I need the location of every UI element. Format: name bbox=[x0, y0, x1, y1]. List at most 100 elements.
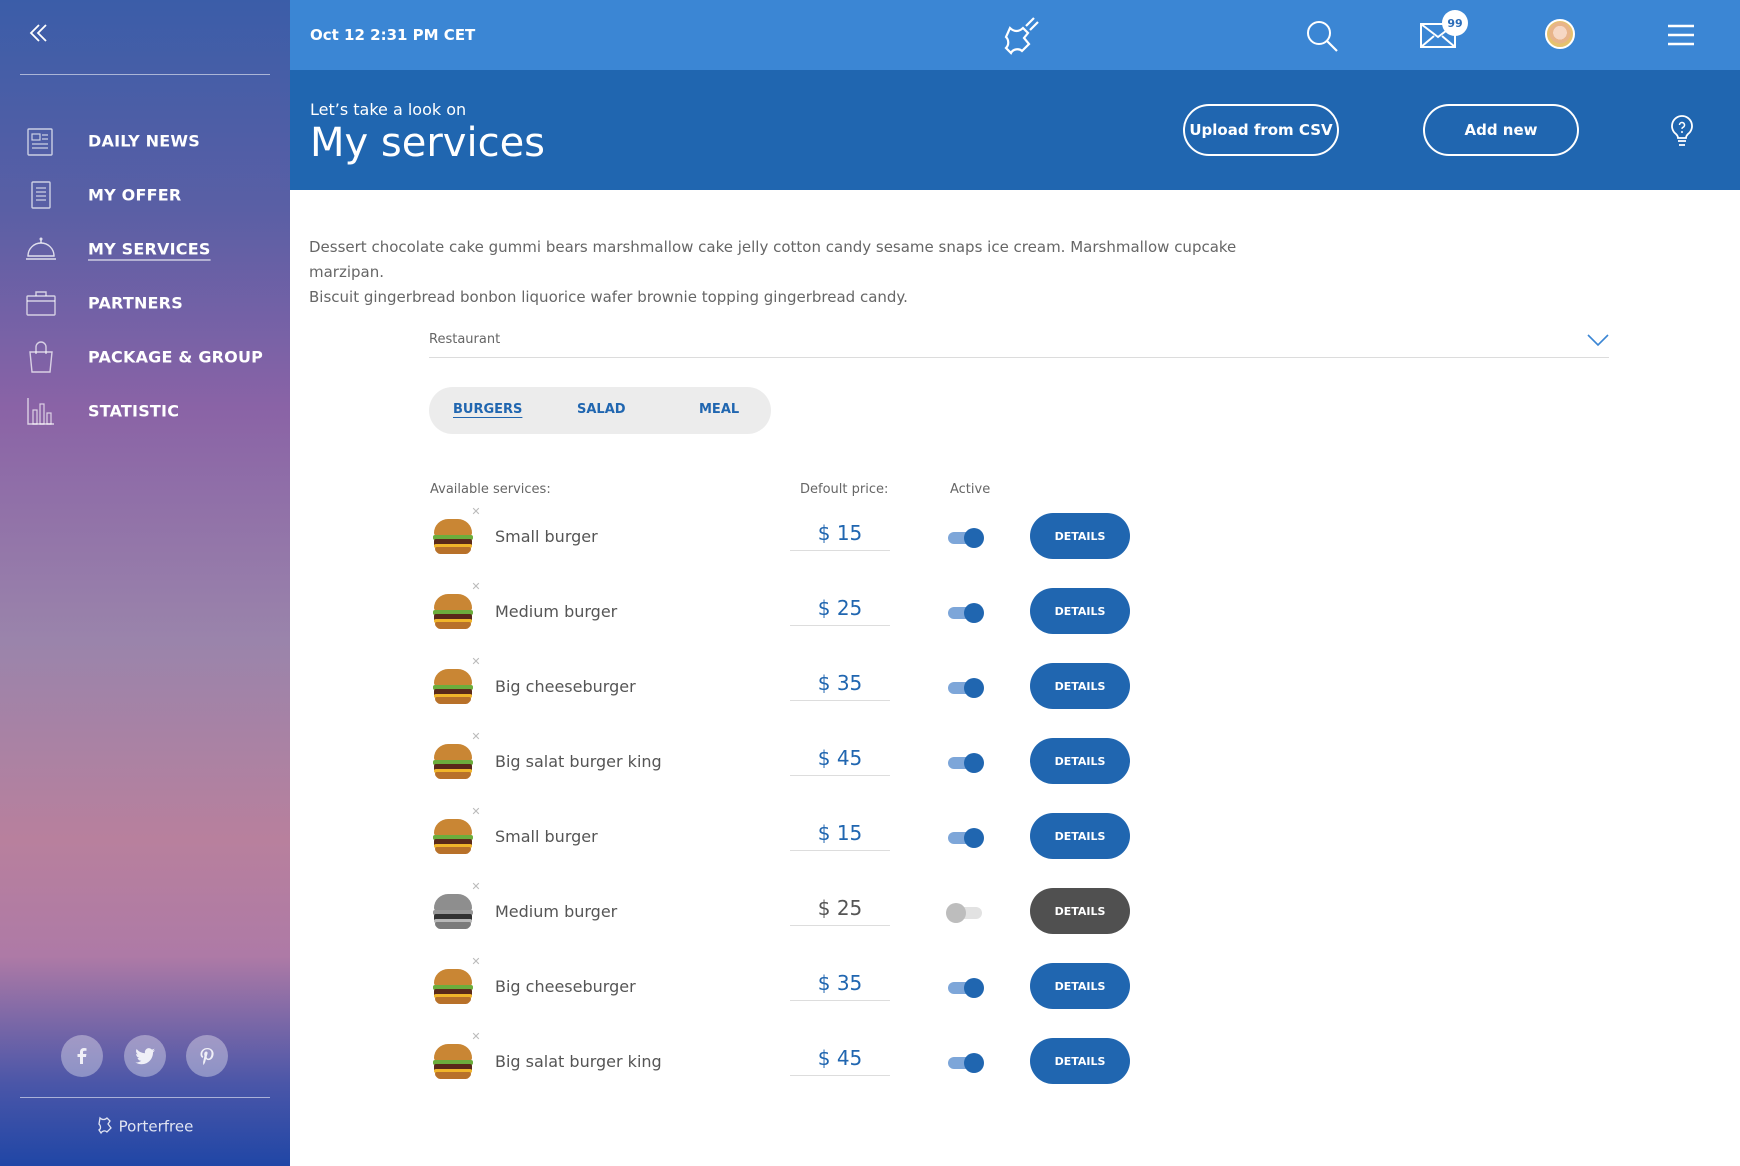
sidebar-item-label: MY SERVICES bbox=[88, 239, 211, 259]
sidebar-item-daily-news[interactable]: DAILY NEWS bbox=[0, 114, 290, 168]
add-new-button[interactable]: Add new bbox=[1423, 104, 1579, 156]
service-row: ✕ Big cheeseburger $ 35 DETAILS bbox=[0, 956, 1740, 1016]
service-row: ✕ Medium burger $ 25 DETAILS bbox=[0, 581, 1740, 641]
active-toggle[interactable] bbox=[946, 827, 984, 848]
bar-chart-icon bbox=[24, 394, 58, 428]
price-input[interactable]: $ 25 bbox=[790, 896, 890, 926]
burger-thumbnail bbox=[430, 738, 476, 784]
burger-thumbnail bbox=[430, 513, 476, 559]
briefcase-icon bbox=[24, 286, 58, 320]
category-tabs: BURGERS SALAD MEAL bbox=[429, 387, 771, 434]
price-input[interactable]: $ 25 bbox=[790, 596, 890, 626]
page-description: Dessert chocolate cake gummi bears marsh… bbox=[309, 235, 1309, 310]
price-input[interactable]: $ 15 bbox=[790, 521, 890, 551]
details-button[interactable]: DETAILS bbox=[1030, 813, 1130, 859]
page-title: My services bbox=[310, 120, 546, 166]
service-name: Small burger bbox=[495, 527, 598, 546]
details-button[interactable]: DETAILS bbox=[1030, 588, 1130, 634]
upload-csv-button[interactable]: Upload from CSV bbox=[1183, 104, 1339, 156]
category-select-value: Restaurant bbox=[429, 332, 501, 347]
remove-icon[interactable]: ✕ bbox=[470, 1031, 482, 1043]
active-toggle[interactable] bbox=[946, 677, 984, 698]
collapse-sidebar-icon[interactable] bbox=[28, 22, 50, 44]
service-row: ✕ Big cheeseburger $ 35 DETAILS bbox=[0, 656, 1740, 716]
details-button[interactable]: DETAILS bbox=[1030, 888, 1130, 934]
category-select[interactable]: Restaurant bbox=[429, 332, 1609, 358]
active-toggle[interactable] bbox=[946, 602, 984, 623]
datetime: Oct 12 2:31 PM CET bbox=[310, 26, 476, 44]
newspaper-icon bbox=[24, 124, 58, 158]
page-header: Let’s take a look on My services Upload … bbox=[290, 70, 1740, 190]
details-button[interactable]: DETAILS bbox=[1030, 513, 1130, 559]
chevron-down-icon bbox=[1587, 332, 1609, 351]
tab-salad[interactable]: SALAD bbox=[577, 402, 626, 417]
service-name: Small burger bbox=[495, 827, 598, 846]
active-toggle[interactable] bbox=[946, 752, 984, 773]
service-name: Big salat burger king bbox=[495, 752, 662, 771]
details-button[interactable]: DETAILS bbox=[1030, 738, 1130, 784]
column-header-price: Defoult price: bbox=[800, 482, 889, 497]
remove-icon[interactable]: ✕ bbox=[470, 581, 482, 593]
remove-icon[interactable]: ✕ bbox=[470, 731, 482, 743]
service-name: Medium burger bbox=[495, 902, 618, 921]
service-name: Medium burger bbox=[495, 602, 618, 621]
tab-meal[interactable]: MEAL bbox=[699, 402, 739, 417]
details-button[interactable]: DETAILS bbox=[1030, 1038, 1130, 1084]
remove-icon[interactable]: ✕ bbox=[470, 506, 482, 518]
price-input[interactable]: $ 15 bbox=[790, 821, 890, 851]
mail-badge: 99 bbox=[1442, 10, 1468, 36]
active-toggle[interactable] bbox=[946, 527, 984, 548]
sidebar-divider bbox=[20, 74, 270, 75]
brand-name: Porterfree bbox=[118, 1117, 194, 1136]
service-row: ✕ Big salat burger king $ 45 DETAILS bbox=[0, 731, 1740, 791]
sidebar-divider bbox=[20, 1097, 270, 1098]
tab-burgers[interactable]: BURGERS bbox=[453, 402, 522, 417]
column-header-services: Available services: bbox=[430, 482, 551, 497]
details-button[interactable]: DETAILS bbox=[1030, 963, 1130, 1009]
sidebar-item-my-services[interactable]: MY SERVICES bbox=[0, 222, 290, 276]
porterfree-logo-icon bbox=[97, 1115, 115, 1139]
price-input[interactable]: $ 45 bbox=[790, 746, 890, 776]
service-row: ✕ Medium burger $ 25 DETAILS bbox=[0, 881, 1740, 941]
price-input[interactable]: $ 35 bbox=[790, 971, 890, 1001]
burger-thumbnail bbox=[430, 588, 476, 634]
burger-thumbnail bbox=[430, 663, 476, 709]
porterfree-logo-icon[interactable] bbox=[1002, 14, 1044, 60]
burger-thumbnail bbox=[430, 963, 476, 1009]
avatar[interactable] bbox=[1545, 19, 1575, 49]
price-input[interactable]: $ 35 bbox=[790, 671, 890, 701]
sidebar-item-label: PARTNERS bbox=[88, 293, 183, 313]
search-icon[interactable] bbox=[1305, 19, 1339, 57]
cloche-icon bbox=[24, 232, 58, 266]
sidebar-item-partners[interactable]: PARTNERS bbox=[0, 276, 290, 330]
description-line: Biscuit gingerbread bonbon liquorice waf… bbox=[309, 288, 908, 306]
top-bar: Oct 12 2:31 PM CET 99 bbox=[290, 0, 1740, 70]
active-toggle[interactable] bbox=[946, 902, 984, 923]
shopping-bag-icon bbox=[24, 340, 58, 374]
sidebar-item-label: PACKAGE & GROUP bbox=[88, 347, 264, 367]
sidebar-item-package-group[interactable]: PACKAGE & GROUP bbox=[0, 330, 290, 384]
sidebar-item-my-offer[interactable]: MY OFFER bbox=[0, 168, 290, 222]
service-row: ✕ Small burger $ 15 DETAILS bbox=[0, 806, 1740, 866]
lightbulb-help-icon[interactable] bbox=[1669, 114, 1695, 152]
details-button[interactable]: DETAILS bbox=[1030, 663, 1130, 709]
service-name: Big cheeseburger bbox=[495, 677, 636, 696]
remove-icon[interactable]: ✕ bbox=[470, 656, 482, 668]
remove-icon[interactable]: ✕ bbox=[470, 956, 482, 968]
active-toggle[interactable] bbox=[946, 1052, 984, 1073]
remove-icon[interactable]: ✕ bbox=[470, 806, 482, 818]
document-icon bbox=[24, 178, 58, 212]
sidebar-item-statistic[interactable]: STATISTIC bbox=[0, 384, 290, 438]
price-input[interactable]: $ 45 bbox=[790, 1046, 890, 1076]
page-subtitle: Let’s take a look on bbox=[310, 100, 467, 119]
active-toggle[interactable] bbox=[946, 977, 984, 998]
service-row: ✕ Small burger $ 15 DETAILS bbox=[0, 506, 1740, 566]
sidebar-item-label: DAILY NEWS bbox=[88, 131, 200, 151]
description-line: Dessert chocolate cake gummi bears marsh… bbox=[309, 238, 1237, 281]
burger-thumbnail bbox=[430, 888, 476, 934]
burger-thumbnail bbox=[430, 1038, 476, 1084]
service-row: ✕ Big salat burger king $ 45 DETAILS bbox=[0, 1031, 1740, 1091]
service-name: Big cheeseburger bbox=[495, 977, 636, 996]
hamburger-menu-icon[interactable] bbox=[1667, 24, 1695, 50]
remove-icon[interactable]: ✕ bbox=[470, 881, 482, 893]
